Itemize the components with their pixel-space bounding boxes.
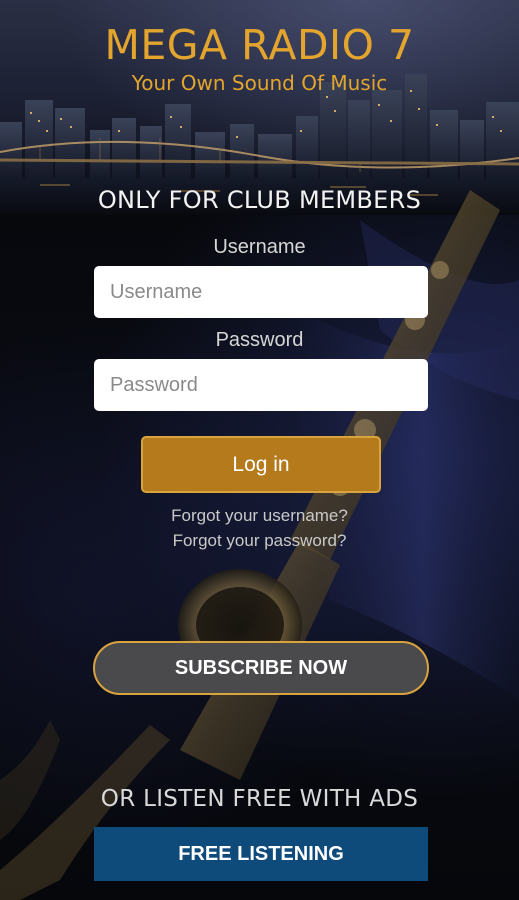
forgot-username-link[interactable]: Forgot your username? — [0, 505, 519, 527]
password-input[interactable] — [94, 359, 428, 411]
site-tagline: Your Own Sound Of Music — [131, 71, 388, 95]
free-listening-button[interactable]: FREE LISTENING — [94, 827, 428, 881]
site-title: MEGA RADIO 7 — [104, 21, 415, 69]
username-input[interactable] — [94, 266, 428, 318]
login-page: MEGA RADIO 7 Your Own Sound Of Music ONL… — [0, 0, 519, 900]
username-label: Username — [213, 236, 306, 258]
subscribe-button[interactable]: SUBSCRIBE NOW — [93, 641, 429, 695]
password-label: Password — [215, 329, 304, 351]
login-button[interactable]: Log in — [141, 436, 381, 493]
members-heading: ONLY FOR CLUB MEMBERS — [97, 186, 422, 214]
free-listening-heading: OR LISTEN FREE WITH ADS — [100, 786, 419, 812]
forgot-password-link[interactable]: Forgot your password? — [0, 530, 519, 552]
